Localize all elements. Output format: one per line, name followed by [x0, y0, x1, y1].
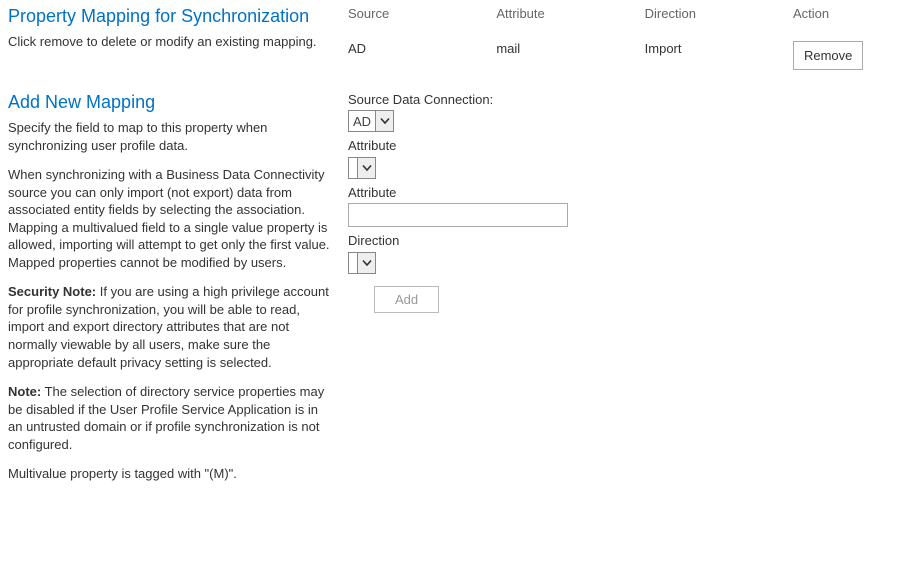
col-direction-value: Import: [645, 41, 793, 56]
col-direction-header: Direction: [645, 6, 793, 21]
col-source-header: Source: [348, 6, 496, 21]
col-attribute-header: Attribute: [496, 6, 644, 21]
section1-title: Property Mapping for Synchronization: [8, 6, 330, 27]
section1-left: Property Mapping for Synchronization Cli…: [8, 6, 348, 70]
direction-select[interactable]: [348, 252, 376, 274]
mapping-table: Source AD Attribute mail Direction Impor…: [348, 6, 893, 70]
attribute1-select[interactable]: [348, 157, 376, 179]
section2-p2: When synchronizing with a Business Data …: [8, 166, 330, 271]
section2-title: Add New Mapping: [8, 92, 330, 113]
section2-p1: Specify the field to map to this propert…: [8, 119, 330, 154]
section2-p4: Note: The selection of directory service…: [8, 383, 330, 453]
section2-right: Source Data Connection: AD Attribute Att…: [348, 92, 893, 495]
add-button[interactable]: Add: [374, 286, 439, 313]
section2-p3: Security Note: If you are using a high p…: [8, 283, 330, 371]
col-action-header: Action: [793, 6, 893, 21]
security-note-label: Security Note:: [8, 284, 96, 299]
col-attribute-value: mail: [496, 41, 644, 56]
section1-desc: Click remove to delete or modify an exis…: [8, 33, 330, 51]
property-mapping-section: Property Mapping for Synchronization Cli…: [8, 6, 893, 70]
note-text: The selection of directory service prope…: [8, 384, 324, 452]
section2-left: Add New Mapping Specify the field to map…: [8, 92, 348, 495]
source-connection-value: AD: [349, 114, 375, 129]
attribute1-label: Attribute: [348, 138, 893, 153]
note-label: Note:: [8, 384, 41, 399]
attribute2-label: Attribute: [348, 185, 893, 200]
section2-p5: Multivalue property is tagged with "(M)"…: [8, 465, 330, 483]
section1-right: Source AD Attribute mail Direction Impor…: [348, 6, 893, 70]
attribute2-input[interactable]: [348, 203, 568, 227]
source-connection-label: Source Data Connection:: [348, 92, 893, 107]
remove-button[interactable]: Remove: [793, 41, 863, 70]
chevron-down-icon: [375, 111, 393, 131]
col-source-value: AD: [348, 41, 496, 56]
chevron-down-icon: [357, 253, 375, 273]
source-connection-select[interactable]: AD: [348, 110, 394, 132]
add-mapping-section: Add New Mapping Specify the field to map…: [8, 92, 893, 495]
chevron-down-icon: [357, 158, 375, 178]
direction-label: Direction: [348, 233, 893, 248]
